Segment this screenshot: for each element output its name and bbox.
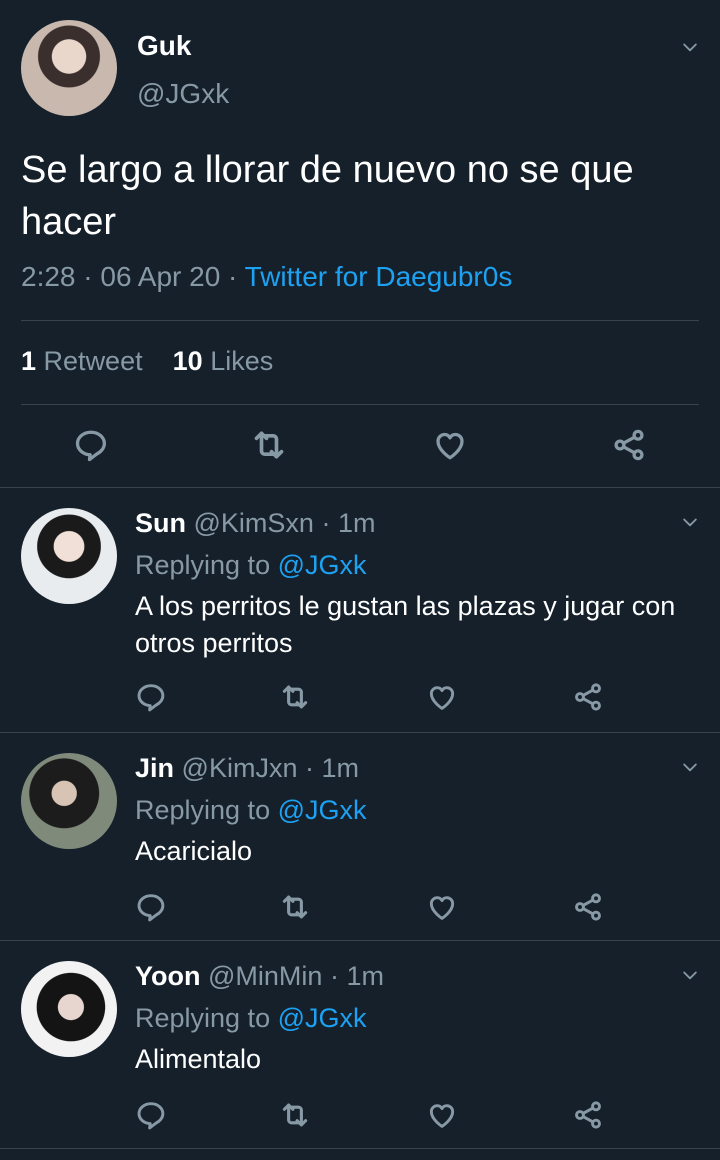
replying-to-handle[interactable]: @JGxk xyxy=(278,795,367,825)
reply-icon xyxy=(137,684,165,712)
main-tweet: Guk @JGxk Se largo a llorar de nuevo no … xyxy=(0,0,720,488)
replying-to: Replying to @JGxk xyxy=(135,795,367,826)
author-handle[interactable]: @MinMin xyxy=(208,961,322,991)
meta-separator: · xyxy=(83,261,93,292)
reply-actions xyxy=(0,888,720,928)
chevron-down-icon[interactable] xyxy=(679,36,701,58)
tweet-separator xyxy=(0,1148,720,1149)
reply-button[interactable] xyxy=(132,1096,170,1134)
like-button[interactable] xyxy=(423,888,461,926)
reply-text: A los perritos le gustan las plazas y ju… xyxy=(135,591,676,658)
tweet-time: 2:28 xyxy=(21,261,76,292)
share-icon xyxy=(575,683,601,711)
like-label: Likes xyxy=(210,346,274,376)
author-name[interactable]: Jin xyxy=(135,753,174,783)
retweet-label: Retweet xyxy=(43,346,143,376)
reply-time: 1m xyxy=(346,961,384,991)
share-icon xyxy=(575,1101,601,1129)
replying-to: Replying to @JGxk xyxy=(135,1003,367,1034)
retweet-icon xyxy=(254,431,284,459)
replying-label: Replying to xyxy=(135,550,271,580)
share-icon xyxy=(575,893,601,921)
reply-time: 1m xyxy=(321,753,360,783)
reply-actions xyxy=(0,678,720,718)
retweet-button[interactable] xyxy=(248,424,290,466)
reply-button[interactable] xyxy=(70,424,112,466)
like-icon xyxy=(429,686,455,710)
share-button[interactable] xyxy=(608,424,650,466)
tweet-date: 06 Apr 20 xyxy=(100,261,221,292)
author-name[interactable]: Yoon xyxy=(135,961,200,991)
retweet-icon xyxy=(282,895,308,919)
reply-header: Jin @KimJxn · 1m xyxy=(135,753,359,784)
author-name[interactable]: Sun xyxy=(135,508,186,538)
reply-button[interactable] xyxy=(132,678,170,716)
avatar[interactable] xyxy=(21,753,117,849)
like-button[interactable] xyxy=(423,678,461,716)
meta-separator: · xyxy=(228,261,238,292)
chevron-down-icon[interactable] xyxy=(679,756,701,778)
share-button[interactable] xyxy=(569,888,607,926)
reply-text: Acaricialo xyxy=(135,836,253,866)
replying-to-handle[interactable]: @JGxk xyxy=(278,550,367,580)
avatar[interactable] xyxy=(21,20,117,116)
retweet-icon xyxy=(282,685,308,709)
share-button[interactable] xyxy=(569,1096,607,1134)
retweet-count: 1 xyxy=(21,346,37,376)
replying-label: Replying to xyxy=(135,1003,271,1033)
divider xyxy=(21,404,699,405)
like-icon xyxy=(436,432,464,460)
replying-to: Replying to @JGxk xyxy=(135,550,367,581)
reply-tweet[interactable]: Sun @KimSxn · 1m Replying to @JGxk A los… xyxy=(0,488,720,732)
reply-icon xyxy=(75,430,106,462)
avatar[interactable] xyxy=(21,508,117,604)
share-icon xyxy=(614,429,644,461)
author-handle[interactable]: @KimJxn xyxy=(182,753,298,783)
like-icon xyxy=(429,1104,455,1128)
avatar[interactable] xyxy=(21,961,117,1057)
meta-separator: · xyxy=(304,753,314,783)
like-button[interactable] xyxy=(423,1096,461,1134)
share-button[interactable] xyxy=(569,678,607,716)
reply-icon xyxy=(137,894,165,922)
reply-tweet[interactable]: Jin @KimJxn · 1m Replying to @JGxk Acari… xyxy=(0,733,720,940)
chevron-down-icon[interactable] xyxy=(679,964,701,986)
likes-stat[interactable]: 10 Likes xyxy=(173,346,274,376)
reply-button[interactable] xyxy=(132,888,170,926)
tweet-actions xyxy=(0,420,720,470)
reply-tweet[interactable]: Yoon @MinMin · 1m Replying to @JGxk Alim… xyxy=(0,941,720,1148)
replying-to-handle[interactable]: @JGxk xyxy=(278,1003,367,1033)
reply-actions xyxy=(0,1096,720,1136)
retweets-stat[interactable]: 1 Retweet xyxy=(21,346,143,376)
tweet-text: Se largo a llorar de nuevo no se que hac… xyxy=(21,149,634,243)
divider xyxy=(21,320,699,321)
reply-icon xyxy=(137,1102,165,1130)
reply-time: 1m xyxy=(337,508,376,538)
author-name[interactable]: Guk xyxy=(137,30,191,62)
meta-separator: · xyxy=(321,508,331,538)
retweet-button[interactable] xyxy=(276,678,314,716)
author-handle[interactable]: @KimSxn xyxy=(194,508,314,538)
replying-label: Replying to xyxy=(135,795,271,825)
author-handle[interactable]: @JGxk xyxy=(137,78,229,110)
retweet-button[interactable] xyxy=(276,888,314,926)
like-count: 10 xyxy=(172,346,203,376)
reply-header: Yoon @MinMin · 1m xyxy=(135,961,384,992)
like-button[interactable] xyxy=(429,424,471,466)
meta-separator: · xyxy=(329,961,339,991)
reply-header: Sun @KimSxn · 1m xyxy=(135,508,376,539)
reply-text: Alimentalo xyxy=(135,1044,262,1074)
tweet-source-link[interactable]: Twitter for Daegubr0s xyxy=(245,261,513,292)
retweet-icon xyxy=(282,1103,308,1127)
like-icon xyxy=(429,896,455,920)
tweet-stats: 1 Retweet 10 Likes xyxy=(21,346,273,377)
retweet-button[interactable] xyxy=(276,1096,314,1134)
tweet-meta: 2:28 · 06 Apr 20 · Twitter for Daegubr0s xyxy=(21,261,512,293)
chevron-down-icon[interactable] xyxy=(679,511,701,533)
